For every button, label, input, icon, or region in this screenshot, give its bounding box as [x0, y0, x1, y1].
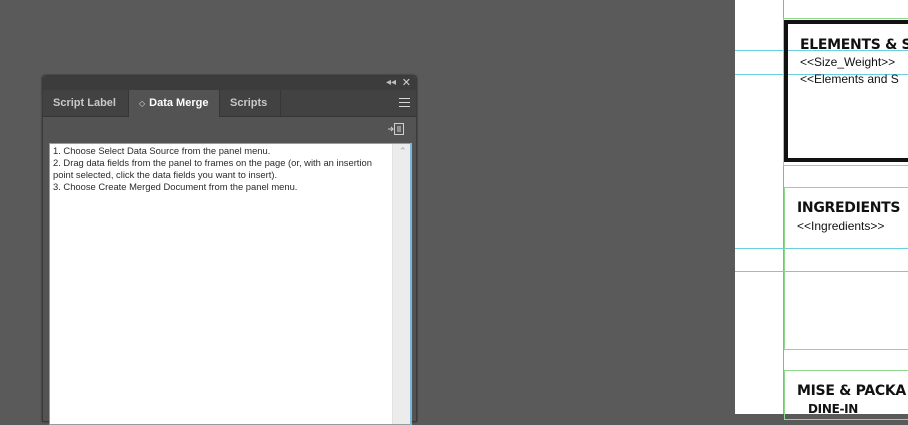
panel-titlebar[interactable]: ◂◂ ✕ — [43, 76, 416, 90]
panel-menu-icon[interactable] — [399, 98, 410, 107]
tab-scripts[interactable]: Scripts — [220, 90, 281, 116]
focus-ring-edge — [410, 143, 412, 425]
instructions-text: 1. Choose Select Data Source from the pa… — [53, 145, 388, 193]
scroll-up-icon[interactable]: ⌃ — [399, 148, 407, 157]
tab-label: Data Merge — [149, 97, 209, 109]
tab-label: Scripts — [230, 97, 268, 109]
ingredients-field[interactable]: <<Ingredients>> — [797, 219, 884, 233]
elements-heading[interactable]: ELEMENTS & S — [800, 37, 908, 53]
select-data-source-icon[interactable] — [388, 123, 404, 135]
data-merge-panel: ◂◂ ✕ Script Label ◇ Data Merge Scripts 1.… — [42, 75, 417, 425]
collapse-panel-icon[interactable]: ◂◂ — [386, 77, 396, 89]
ingredients-heading[interactable]: INGREDIENTS — [797, 200, 901, 216]
tab-script-label[interactable]: Script Label — [43, 90, 129, 116]
size-weight-field[interactable]: <<Size_Weight>> — [800, 55, 895, 69]
panel-tabbar: Script Label ◇ Data Merge Scripts — [43, 90, 416, 117]
elements-field[interactable]: <<Elements and S — [800, 72, 899, 86]
instruction-step-3: 3. Choose Create Merged Document from th… — [53, 181, 298, 192]
close-panel-icon[interactable]: ✕ — [402, 76, 411, 89]
mise-heading[interactable]: MISE & PACKA — [797, 383, 906, 399]
tab-label: Script Label — [53, 97, 116, 109]
vertical-scrollbar[interactable]: ⌃ — [392, 144, 410, 424]
tab-chevron-icon: ◇ — [139, 99, 146, 108]
instruction-step-2: 2. Drag data fields from the panel to fr… — [53, 157, 372, 180]
tab-data-merge[interactable]: ◇ Data Merge — [129, 90, 220, 117]
instruction-step-1: 1. Choose Select Data Source from the pa… — [53, 145, 271, 156]
data-merge-content-area[interactable]: 1. Choose Select Data Source from the pa… — [49, 143, 411, 425]
